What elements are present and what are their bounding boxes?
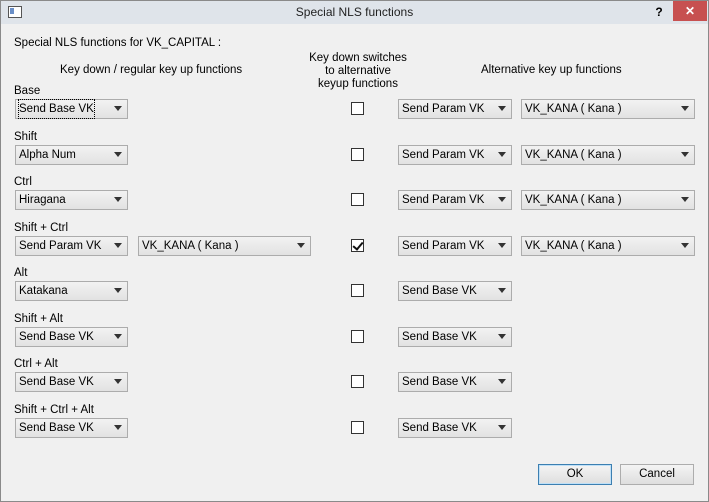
- help-button[interactable]: ?: [651, 2, 667, 22]
- alt-function-dropdown[interactable]: Send Param VK: [398, 145, 512, 165]
- dropdown-value: Send Base VK: [402, 376, 477, 388]
- alt-param-dropdown[interactable]: VK_KANA ( Kana ): [521, 190, 695, 210]
- dropdown-value: Send Base VK: [19, 422, 94, 434]
- switch-checkbox[interactable]: [351, 148, 364, 161]
- chevron-down-icon: [114, 288, 122, 293]
- dropdown-value: Katakana: [19, 285, 68, 297]
- row-label: Ctrl: [14, 176, 32, 188]
- keydown-function-dropdown[interactable]: Hiragana: [15, 190, 128, 210]
- keydown-function-dropdown[interactable]: Send Base VK: [15, 418, 128, 438]
- row-label: Shift: [14, 131, 38, 143]
- dropdown-value: Send Base VK: [402, 422, 477, 434]
- row-label: Ctrl + Alt: [14, 358, 58, 370]
- row-label: Shift + Ctrl: [14, 222, 69, 234]
- dropdown-value: Hiragana: [19, 194, 66, 206]
- row-label: Base: [14, 85, 41, 97]
- chevron-down-icon: [498, 288, 506, 293]
- chevron-down-icon: [681, 106, 689, 111]
- column-header-switch-2: to alternative: [325, 65, 391, 77]
- chevron-down-icon: [681, 197, 689, 202]
- column-header-switch-3: keyup functions: [318, 78, 398, 90]
- chevron-down-icon: [297, 243, 305, 248]
- dropdown-value: Alpha Num: [19, 149, 76, 161]
- column-header-keydown: Key down / regular key up functions: [60, 64, 243, 76]
- dropdown-value: Send Base VK: [402, 331, 477, 343]
- chevron-down-icon: [681, 152, 689, 157]
- alt-function-dropdown[interactable]: Send Param VK: [398, 99, 512, 119]
- alt-function-dropdown[interactable]: Send Base VK: [398, 327, 512, 347]
- switch-checkbox[interactable]: [351, 239, 364, 252]
- dropdown-value: Send Param VK: [402, 149, 485, 161]
- window-title: Special NLS functions: [295, 5, 414, 19]
- keydown-param-dropdown[interactable]: VK_KANA ( Kana ): [138, 236, 311, 256]
- chevron-down-icon: [114, 243, 122, 248]
- dropdown-value: Send Base VK: [18, 99, 95, 119]
- dropdown-value: VK_KANA ( Kana ): [525, 103, 622, 115]
- title-bar: Special NLS functions ? ✕: [1, 1, 708, 24]
- alt-param-dropdown[interactable]: VK_KANA ( Kana ): [521, 145, 695, 165]
- row-label: Shift + Ctrl + Alt: [14, 404, 94, 416]
- dropdown-value: Send Base VK: [19, 376, 94, 388]
- cancel-button[interactable]: Cancel: [620, 464, 694, 485]
- dropdown-value: Send Param VK: [402, 194, 485, 206]
- chevron-down-icon: [498, 197, 506, 202]
- switch-checkbox[interactable]: [351, 102, 364, 115]
- row-label: Alt: [14, 267, 28, 279]
- switch-checkbox[interactable]: [351, 421, 364, 434]
- dropdown-value: Send Param VK: [402, 240, 485, 252]
- chevron-down-icon: [114, 106, 122, 111]
- alt-function-dropdown[interactable]: Send Param VK: [398, 236, 512, 256]
- dropdown-value: VK_KANA ( Kana ): [525, 240, 622, 252]
- alt-function-dropdown[interactable]: Send Base VK: [398, 281, 512, 301]
- chevron-down-icon: [114, 425, 122, 430]
- chevron-down-icon: [498, 334, 506, 339]
- switch-checkbox[interactable]: [351, 375, 364, 388]
- keydown-function-dropdown[interactable]: Send Base VK: [15, 327, 128, 347]
- chevron-down-icon: [498, 152, 506, 157]
- chevron-down-icon: [498, 106, 506, 111]
- chevron-down-icon: [498, 425, 506, 430]
- alt-function-dropdown[interactable]: Send Base VK: [398, 418, 512, 438]
- keydown-function-dropdown[interactable]: Alpha Num: [15, 145, 128, 165]
- switch-checkbox[interactable]: [351, 193, 364, 206]
- keydown-function-dropdown[interactable]: Send Param VK: [15, 236, 128, 256]
- dropdown-value: Send Base VK: [19, 331, 94, 343]
- chevron-down-icon: [498, 243, 506, 248]
- dropdown-value: Send Param VK: [402, 103, 485, 115]
- chevron-down-icon: [498, 379, 506, 384]
- row-label: Shift + Alt: [14, 313, 63, 325]
- chevron-down-icon: [114, 379, 122, 384]
- chevron-down-icon: [114, 152, 122, 157]
- chevron-down-icon: [681, 243, 689, 248]
- chevron-down-icon: [114, 197, 122, 202]
- dropdown-value: VK_KANA ( Kana ): [525, 149, 622, 161]
- alt-function-dropdown[interactable]: Send Base VK: [398, 372, 512, 392]
- dialog-heading: Special NLS functions for VK_CAPITAL :: [14, 37, 222, 49]
- check-icon: [352, 239, 364, 251]
- keydown-function-dropdown[interactable]: Katakana: [15, 281, 128, 301]
- column-header-switch-1: Key down switches: [309, 52, 407, 64]
- dropdown-value: VK_KANA ( Kana ): [142, 240, 239, 252]
- dropdown-value: Send Param VK: [19, 240, 102, 252]
- alt-function-dropdown[interactable]: Send Param VK: [398, 190, 512, 210]
- switch-checkbox[interactable]: [351, 284, 364, 297]
- switch-checkbox[interactable]: [351, 330, 364, 343]
- dropdown-value: VK_KANA ( Kana ): [525, 194, 622, 206]
- keydown-function-dropdown[interactable]: Send Base VK: [15, 99, 128, 119]
- chevron-down-icon: [114, 334, 122, 339]
- alt-param-dropdown[interactable]: VK_KANA ( Kana ): [521, 236, 695, 256]
- keydown-function-dropdown[interactable]: Send Base VK: [15, 372, 128, 392]
- alt-param-dropdown[interactable]: VK_KANA ( Kana ): [521, 99, 695, 119]
- ok-button[interactable]: OK: [538, 464, 612, 485]
- column-header-alternative: Alternative key up functions: [481, 64, 622, 76]
- close-button[interactable]: ✕: [673, 1, 707, 21]
- dropdown-value: Send Base VK: [402, 285, 477, 297]
